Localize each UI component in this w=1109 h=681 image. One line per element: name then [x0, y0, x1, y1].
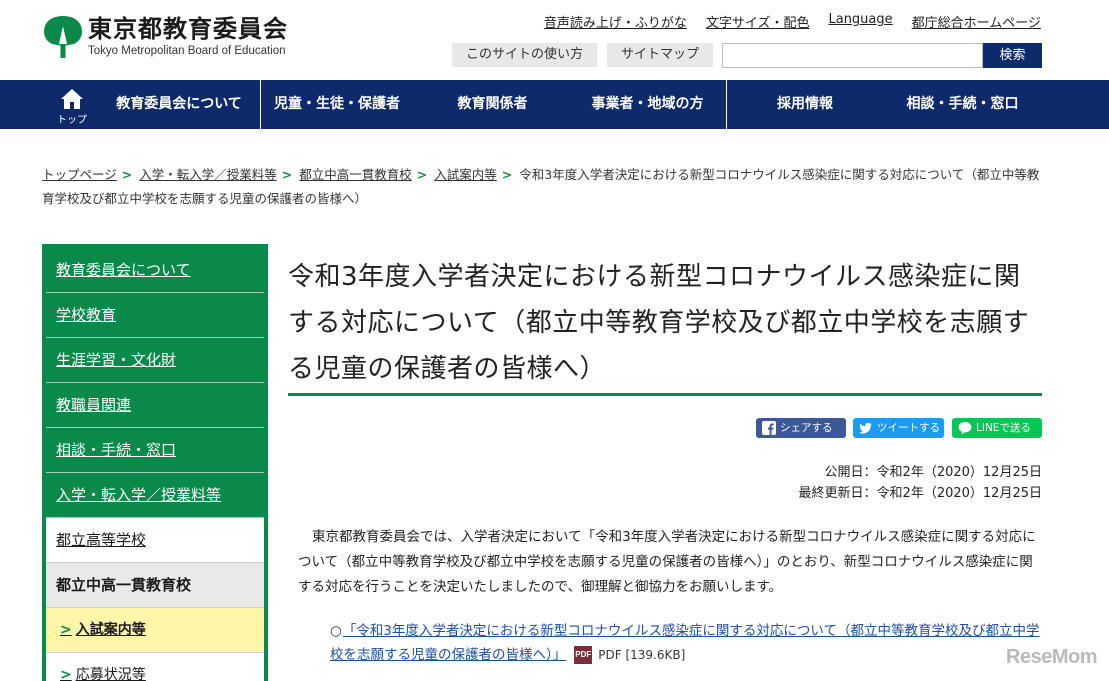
facebook-icon	[762, 421, 776, 435]
utility-links: 音声読み上げ・ふりがな 文字サイズ・配色 Language 都庁総合ホームページ	[544, 12, 1041, 31]
chevron-right-icon: >	[416, 167, 428, 182]
side-submenu: 都立高等学校 都立中高一貫教育校 > 入試案内等 > 応募状況等	[46, 518, 264, 681]
search-input[interactable]	[722, 43, 983, 68]
body-paragraph: 東京都教育委員会では、入学者決定において「令和3年度入学者決定における新型コロナ…	[298, 529, 1036, 595]
chevron-right-icon: >	[281, 167, 293, 182]
document-link-item: ○「令和3年度入学者決定における新型コロナウイルス感染症に関する対応について（都…	[330, 619, 1042, 667]
published-date: 公開日：令和2年（2020）12月25日	[824, 465, 1042, 480]
home-icon	[61, 89, 83, 109]
furigana-link[interactable]: 音声読み上げ・ふりがな	[544, 12, 687, 31]
side-sub-application-status-label: 応募状況等	[75, 667, 146, 681]
side-item-consultation[interactable]: 相談・手続・窓口	[46, 428, 264, 473]
pdf-icon: PDF	[574, 646, 593, 664]
nav-home[interactable]: トップ	[52, 80, 92, 129]
twitter-share-label: ツイートする	[877, 422, 940, 434]
side-sub-application-status[interactable]: > 応募状況等	[46, 653, 264, 681]
ginkgo-logo-icon	[44, 16, 82, 58]
side-sub-high-school[interactable]: 都立高等学校	[46, 518, 264, 563]
title-divider	[288, 393, 1042, 396]
watermark-logo: ReseMom	[1006, 646, 1097, 668]
chevron-right-icon: >	[501, 167, 513, 182]
nav-divider	[726, 80, 727, 129]
nav-divider	[260, 80, 261, 129]
updated-date: 最終更新日：令和2年（2020）12月25日	[798, 486, 1042, 501]
chevron-right-icon: >	[60, 667, 72, 681]
breadcrumb: トップページ > 入学・転入学／授業料等 > 都立中高一貫教育校 > 入試案内等 > 令和3年度…	[42, 163, 1042, 211]
line-share-button[interactable]: LINEで送る	[952, 418, 1042, 438]
how-to-use-button[interactable]: このサイトの使い方	[452, 43, 598, 67]
facebook-share-label: シェアする	[780, 422, 833, 434]
breadcrumb-item[interactable]: 入学・転入学／授業料等	[139, 167, 277, 182]
page-title: 令和3年度入学者決定における新型コロナウイルス感染症に関する対応について（都立中…	[288, 262, 1030, 384]
global-nav: トップ 教育委員会について 児童・生徒・保護者 教育関係者 事業者・地域の方 採…	[0, 80, 1109, 129]
breadcrumb-item[interactable]: トップページ	[42, 167, 117, 182]
nav-home-label: トップ	[57, 115, 87, 126]
nav-students-parents[interactable]: 児童・生徒・保護者	[262, 80, 412, 129]
side-sub-entrance-info[interactable]: > 入試案内等	[46, 608, 264, 653]
line-share-label: LINEで送る	[976, 422, 1031, 434]
twitter-icon	[859, 422, 872, 434]
logo-title-ja: 東京都教育委員会	[88, 15, 288, 43]
side-item-board[interactable]: 教育委員会について	[46, 248, 264, 293]
breadcrumb-item[interactable]: 都立中高一貫教育校	[299, 167, 412, 182]
search-button[interactable]: 検索	[983, 43, 1042, 68]
twitter-share-button[interactable]: ツイートする	[853, 418, 944, 438]
line-icon	[958, 422, 972, 435]
nav-board[interactable]: 教育委員会について	[104, 80, 254, 129]
side-item-lifelong-learning[interactable]: 生涯学習・文化財	[46, 338, 264, 383]
side-menu: 教育委員会について 学校教育 生涯学習・文化財 教職員関連 相談・手続・窓口 入…	[42, 244, 268, 681]
side-item-school-education[interactable]: 学校教育	[46, 293, 264, 338]
text-size-color-link[interactable]: 文字サイズ・配色	[706, 12, 810, 31]
pdf-file-size: PDF [139.6KB]	[598, 648, 686, 662]
nav-business-community[interactable]: 事業者・地域の方	[575, 80, 720, 129]
nav-consultation[interactable]: 相談・手続・窓口	[890, 80, 1035, 129]
side-item-staff[interactable]: 教職員関連	[46, 383, 264, 428]
breadcrumb-item[interactable]: 入試案内等	[434, 167, 497, 182]
metro-gov-home-link[interactable]: 都庁総合ホームページ	[912, 12, 1041, 31]
list-bullet: ○	[330, 623, 342, 639]
chevron-right-icon: >	[60, 622, 72, 638]
sitemap-button[interactable]: サイトマップ	[607, 43, 714, 67]
language-link[interactable]: Language	[828, 12, 892, 31]
side-item-admission[interactable]: 入学・転入学／授業料等	[46, 473, 264, 518]
facebook-share-button[interactable]: シェアする	[756, 418, 846, 438]
site-logo[interactable]: 東京都教育委員会 Tokyo Metropolitan Board of Edu…	[42, 14, 288, 60]
nav-recruitment[interactable]: 採用情報	[745, 80, 865, 129]
logo-title-en: Tokyo Metropolitan Board of Education	[88, 45, 286, 57]
publish-dates: 公開日：令和2年（2020）12月25日 最終更新日：令和2年（2020）12月…	[799, 462, 1042, 504]
side-sub-entrance-info-label: 入試案内等	[75, 622, 146, 638]
side-sub-integrated-school[interactable]: 都立中高一貫教育校	[46, 563, 264, 608]
chevron-right-icon: >	[121, 167, 133, 182]
nav-educators[interactable]: 教育関係者	[430, 80, 555, 129]
sub-buttons: このサイトの使い方 サイトマップ	[452, 43, 714, 67]
